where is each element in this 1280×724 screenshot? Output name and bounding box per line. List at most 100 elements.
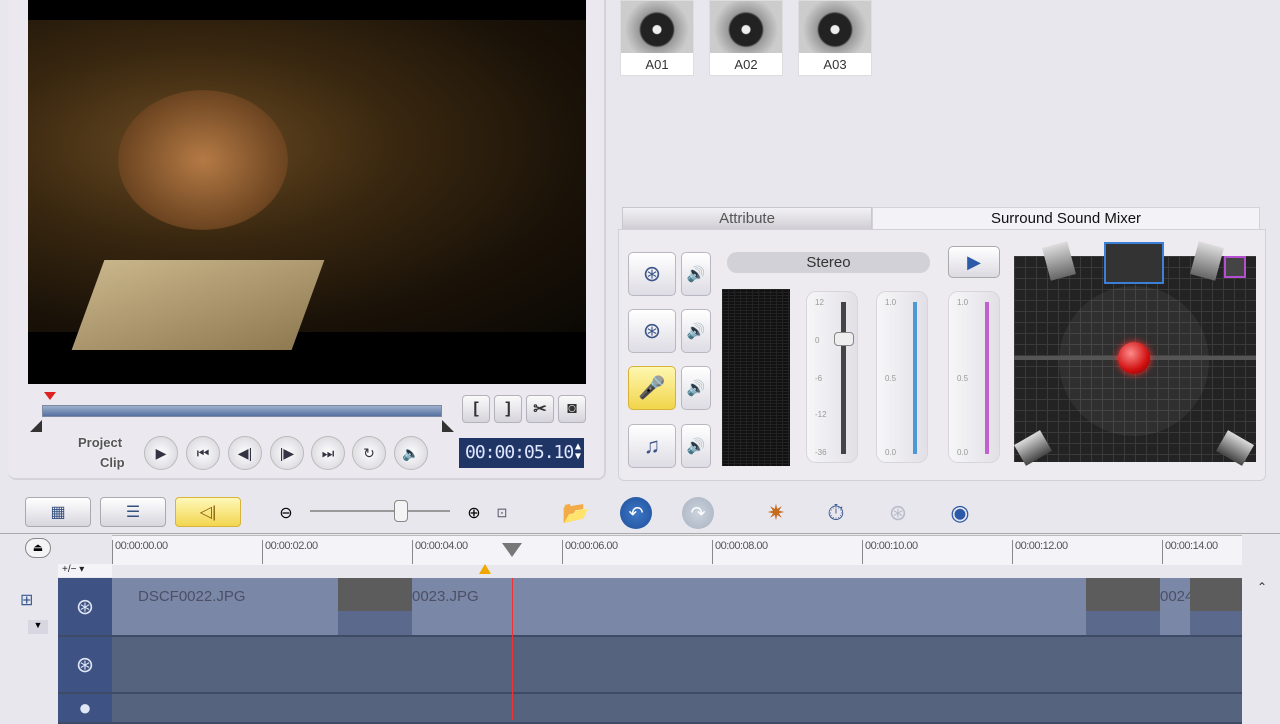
end-button[interactable]: ⏭ — [311, 436, 345, 470]
record-capture-icon[interactable]: ⏱ — [820, 497, 852, 529]
mark-out-button[interactable]: ] — [494, 395, 522, 423]
subwoofer-icon — [1224, 256, 1246, 278]
insert-media-folder-icon[interactable]: 📂 — [560, 497, 592, 529]
next-frame-button[interactable]: |▶ — [270, 436, 304, 470]
fit-to-window-icon[interactable]: ⊡ — [486, 497, 518, 529]
mix-tracks-icon[interactable]: ⊛ — [882, 497, 914, 529]
collapse-timeline-button[interactable]: ⏏ — [25, 538, 51, 558]
split-clip-button[interactable]: ✂ — [526, 395, 554, 423]
repeat-icon: ↻ — [363, 444, 375, 461]
audio-disc-icon — [799, 1, 871, 53]
music-track-mute-button[interactable]: 🔊 — [681, 424, 711, 468]
timeline-scrollbar[interactable]: ⌃ — [1252, 580, 1272, 720]
timeline-playhead-line — [512, 578, 513, 720]
trim-end-handle[interactable] — [442, 420, 454, 432]
marker-icon[interactable] — [479, 564, 491, 574]
timeline-clip[interactable]: 0024 — [1160, 578, 1190, 635]
timeline-clip[interactable]: 0023.JPG — [412, 578, 1086, 635]
transition-block[interactable] — [338, 578, 412, 635]
ruler-tick-label: 00:00:06.00 — [562, 540, 618, 564]
timeline-view-button[interactable]: ☰ — [100, 497, 166, 527]
fade-slider-rear[interactable]: 1.0 0.5 0.0 — [948, 291, 1000, 463]
tick-label: 12 — [815, 298, 824, 307]
video-preview — [28, 0, 586, 384]
zoom-slider-thumb[interactable] — [394, 500, 408, 522]
audio-clip-thumbnail[interactable]: A03 — [798, 0, 872, 76]
speaker-icon: 🔊 — [686, 438, 706, 455]
ruler-tick-label: 00:00:00.00 — [112, 540, 168, 564]
clip-mode-label[interactable]: Clip — [100, 455, 125, 470]
voice-track-button[interactable]: 🎤 — [628, 366, 676, 410]
rear-left-speaker-icon — [1014, 430, 1052, 466]
undo-icon[interactable]: ↶ — [620, 497, 652, 529]
sound-position-handle[interactable] — [1118, 342, 1150, 374]
track-manager-icon[interactable]: ⊞ — [20, 590, 33, 610]
audio-view-button[interactable]: ◁| — [175, 497, 241, 527]
redo-icon[interactable]: ↷ — [682, 497, 714, 529]
transition-block[interactable] — [1086, 578, 1160, 635]
video-content-paper — [71, 260, 325, 350]
channel-mode-display: Stereo — [727, 252, 930, 273]
video-frame — [28, 20, 586, 350]
zoom-slider[interactable] — [310, 510, 450, 512]
tick-label: -6 — [815, 374, 823, 383]
volume-thumb[interactable] — [834, 332, 854, 346]
video-track-button[interactable]: ⊛ — [628, 252, 676, 296]
overlay-track-button[interactable]: ⊛ — [628, 309, 676, 353]
play-button[interactable]: ▶ — [144, 436, 178, 470]
project-mode-label[interactable]: Project — [78, 435, 122, 450]
timeline-playhead-icon[interactable] — [502, 543, 522, 557]
mark-in-button[interactable]: [ — [462, 395, 490, 423]
level-meter — [722, 289, 790, 466]
eject-icon: ⏏ — [32, 542, 44, 554]
thumbnail-label: A01 — [645, 57, 669, 72]
trim-start-handle[interactable] — [30, 420, 42, 432]
track-expand-icon[interactable]: ▼ — [28, 620, 48, 634]
title-track-icon: ● — [58, 694, 112, 722]
mixer-play-button[interactable]: ▶ — [948, 246, 1000, 278]
overlay-track-mute-button[interactable]: 🔊 — [681, 309, 711, 353]
thumbnail-label: A02 — [734, 57, 758, 72]
skip-end-icon: ⏭ — [321, 444, 335, 461]
video-content-hands — [118, 90, 288, 230]
speaker-icon: 🔊 — [686, 380, 706, 397]
timecode-display[interactable]: 00:00:05.10 ▲ ▼ — [459, 438, 584, 468]
add-remove-tracks-button[interactable]: +/− ▾ — [58, 564, 112, 577]
storyboard-view-button[interactable]: ▦ — [25, 497, 91, 527]
music-track-button[interactable]: ♫ — [628, 424, 676, 468]
video-track-mute-button[interactable]: 🔊 — [681, 252, 711, 296]
repeat-button[interactable]: ↻ — [352, 436, 386, 470]
playhead-marker[interactable] — [44, 392, 56, 400]
surround-5-1-icon[interactable]: ◉ — [944, 497, 976, 529]
overlay-track[interactable]: ⊛ — [58, 637, 1242, 694]
audio-clip-thumbnail[interactable]: A01 — [620, 0, 694, 76]
timecode-spinner-icon[interactable]: ▲ ▼ — [575, 442, 581, 462]
scrub-bar[interactable] — [42, 405, 442, 417]
ruler-tick-label: 00:00:14.00 — [1162, 540, 1218, 564]
fade-bar-blue — [913, 302, 917, 454]
smart-proxy-icon[interactable]: ✷ — [760, 497, 792, 529]
ruler-tick-label: 00:00:08.00 — [712, 540, 768, 564]
audio-clip-thumbnail[interactable]: A02 — [709, 0, 783, 76]
tick-label: 1.0 — [957, 298, 969, 307]
enlarge-button[interactable]: ◙ — [558, 395, 586, 423]
tick-label: 0 — [815, 336, 820, 345]
volume-button[interactable]: 🔈 — [394, 436, 428, 470]
audio-disc-icon — [710, 1, 782, 53]
volume-slider[interactable]: 12 0 -6 -12 -36 — [806, 291, 858, 463]
tick-label: 1.0 — [885, 298, 897, 307]
tab-attribute[interactable]: Attribute — [622, 207, 872, 231]
surround-room-grid[interactable] — [1014, 241, 1256, 466]
tick-label: -36 — [815, 448, 827, 457]
home-button[interactable]: ⏮ — [186, 436, 220, 470]
tab-surround-sound-mixer[interactable]: Surround Sound Mixer — [872, 207, 1260, 231]
video-track[interactable]: ⊛ DSCF0022.JPG 0023.JPG 0024 — [58, 578, 1242, 637]
previous-frame-button[interactable]: ◀| — [228, 436, 262, 470]
zoom-out-icon[interactable]: ⊖ — [270, 497, 302, 529]
transition-block[interactable] — [1190, 578, 1242, 635]
timeline-clip[interactable]: DSCF0022.JPG — [112, 578, 338, 635]
tick-label: 0.5 — [957, 374, 969, 383]
fade-slider-front[interactable]: 1.0 0.5 0.0 — [876, 291, 928, 463]
timeline-ruler[interactable]: 00:00:00.00 00:00:02.00 00:00:04.00 00:00:0… — [112, 535, 1242, 565]
voice-track-mute-button[interactable]: 🔊 — [681, 366, 711, 410]
